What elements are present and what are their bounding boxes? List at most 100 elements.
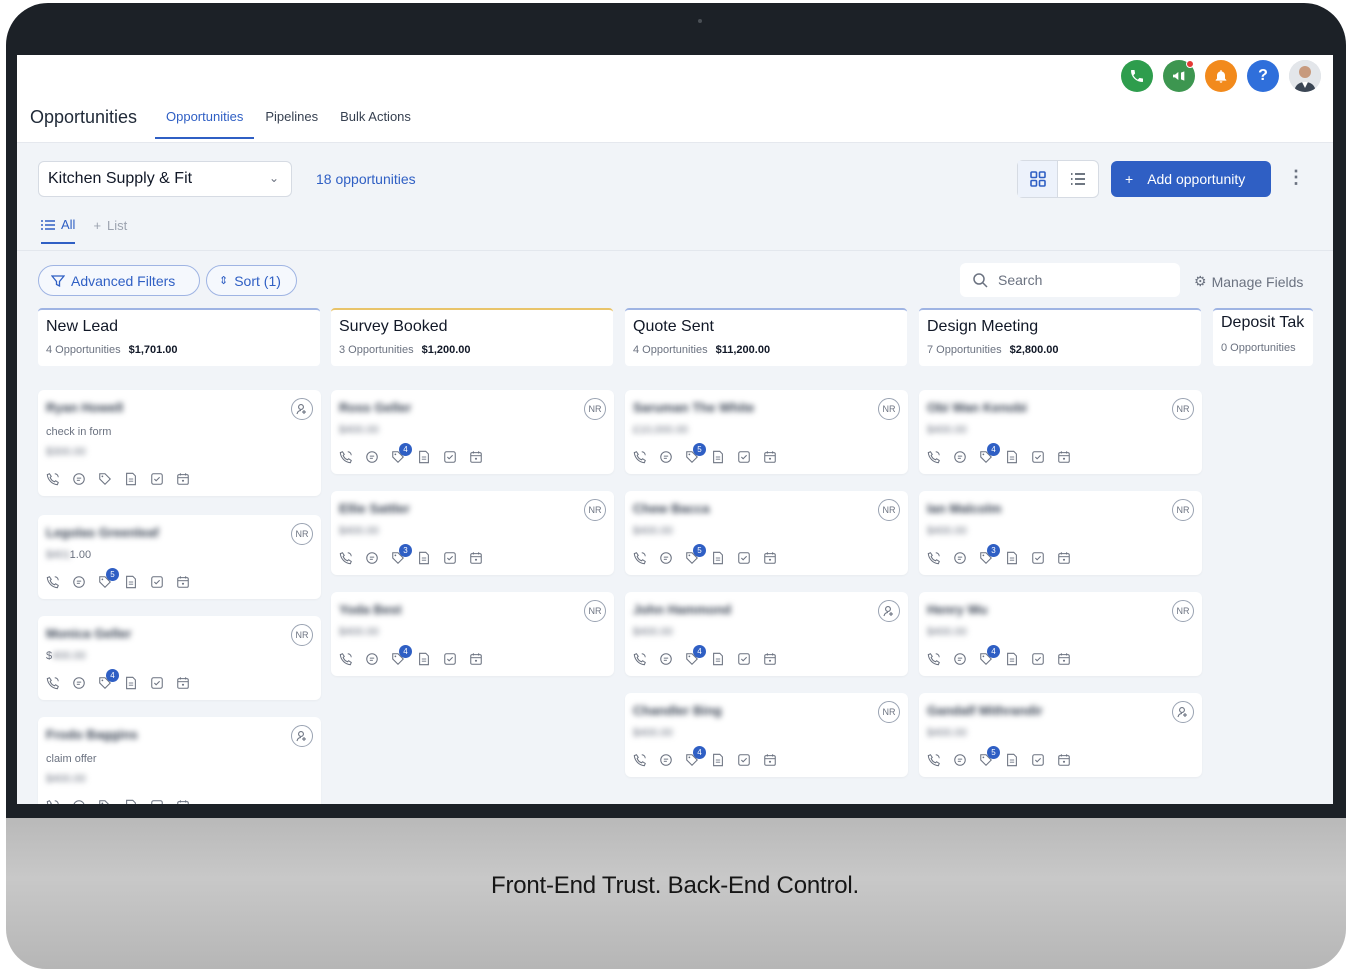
owner-badge[interactable]: NR <box>878 701 900 723</box>
calendar-icon[interactable] <box>176 676 190 690</box>
tag-icon[interactable]: 4 <box>391 645 412 666</box>
tag-icon[interactable]: 5 <box>98 568 119 589</box>
note-icon[interactable] <box>1005 753 1019 767</box>
chat-icon[interactable] <box>72 676 86 690</box>
note-icon[interactable] <box>124 799 138 804</box>
chat-icon[interactable] <box>659 450 673 464</box>
call-icon[interactable] <box>927 450 941 464</box>
assign-user-icon[interactable] <box>1172 701 1194 723</box>
calendar-icon[interactable] <box>176 472 190 486</box>
tag-icon[interactable]: 4 <box>391 443 412 464</box>
owner-badge[interactable]: NR <box>1172 600 1194 622</box>
megaphone-icon[interactable] <box>1163 60 1195 92</box>
calendar-icon[interactable] <box>763 450 777 464</box>
chat-icon[interactable] <box>659 753 673 767</box>
call-icon[interactable] <box>46 472 60 486</box>
tab-bulk-actions[interactable]: Bulk Actions <box>329 101 422 139</box>
assign-user-icon[interactable] <box>291 398 313 420</box>
add-opportunity-button[interactable]: + Add opportunity <box>1111 161 1271 197</box>
opportunity-card[interactable]: Ellie Sattler $400.00 NR 3 <box>331 491 614 575</box>
opportunity-card[interactable]: Monica Geller $400.00 NR 4 <box>38 616 321 700</box>
tag-icon[interactable] <box>98 472 112 486</box>
owner-badge[interactable]: NR <box>584 398 606 420</box>
manage-fields-button[interactable]: ⚙ Manage Fields <box>1194 273 1303 290</box>
chat-icon[interactable] <box>72 472 86 486</box>
chat-icon[interactable] <box>953 551 967 565</box>
call-icon[interactable] <box>927 551 941 565</box>
opportunity-card[interactable]: Frodo Baggins claim offer $400.00 <box>38 717 321 804</box>
call-icon[interactable] <box>46 575 60 589</box>
tag-icon[interactable]: 4 <box>979 645 1000 666</box>
note-icon[interactable] <box>711 551 725 565</box>
owner-badge[interactable]: NR <box>584 499 606 521</box>
chat-icon[interactable] <box>953 753 967 767</box>
task-icon[interactable] <box>1031 551 1045 565</box>
user-avatar[interactable] <box>1289 60 1321 92</box>
task-icon[interactable] <box>443 551 457 565</box>
assign-user-icon[interactable] <box>878 600 900 622</box>
task-icon[interactable] <box>737 753 751 767</box>
opportunity-card[interactable]: Henry Wu $400.00 NR 4 <box>919 592 1202 676</box>
note-icon[interactable] <box>417 652 431 666</box>
task-icon[interactable] <box>737 551 751 565</box>
tag-icon[interactable]: 5 <box>685 544 706 565</box>
task-icon[interactable] <box>1031 652 1045 666</box>
pipeline-select[interactable]: Kitchen Supply & Fit ⌄ <box>38 161 292 197</box>
calendar-icon[interactable] <box>176 575 190 589</box>
tab-add-list[interactable]: + List <box>93 217 127 244</box>
grid-view-icon[interactable] <box>1018 161 1059 197</box>
note-icon[interactable] <box>124 472 138 486</box>
calendar-icon[interactable] <box>763 551 777 565</box>
note-icon[interactable] <box>124 575 138 589</box>
task-icon[interactable] <box>737 450 751 464</box>
note-icon[interactable] <box>711 652 725 666</box>
owner-badge[interactable]: NR <box>584 600 606 622</box>
call-icon[interactable] <box>927 652 941 666</box>
owner-badge[interactable]: NR <box>291 624 313 646</box>
opportunity-card[interactable]: Ross Geller $400.00 NR 4 <box>331 390 614 474</box>
call-icon[interactable] <box>633 450 647 464</box>
help-icon[interactable]: ? <box>1247 60 1279 92</box>
list-view-icon[interactable] <box>1058 161 1098 197</box>
tag-icon[interactable]: 5 <box>979 746 1000 767</box>
task-icon[interactable] <box>443 652 457 666</box>
calendar-icon[interactable] <box>763 753 777 767</box>
tag-icon[interactable]: 4 <box>98 669 119 690</box>
calendar-icon[interactable] <box>1057 450 1071 464</box>
advanced-filters-button[interactable]: Advanced Filters <box>38 265 200 296</box>
note-icon[interactable] <box>124 676 138 690</box>
calendar-icon[interactable] <box>1057 551 1071 565</box>
task-icon[interactable] <box>1031 753 1045 767</box>
note-icon[interactable] <box>1005 450 1019 464</box>
calendar-icon[interactable] <box>469 652 483 666</box>
chat-icon[interactable] <box>365 551 379 565</box>
tag-icon[interactable]: 4 <box>979 443 1000 464</box>
task-icon[interactable] <box>150 799 164 804</box>
tag-icon[interactable]: 4 <box>685 746 706 767</box>
opportunity-card[interactable]: John Hammond $400.00 4 <box>625 592 908 676</box>
owner-badge[interactable]: NR <box>878 499 900 521</box>
note-icon[interactable] <box>417 450 431 464</box>
opportunity-card[interactable]: Legolas Greenleaf $4011.00 NR 5 <box>38 515 321 599</box>
task-icon[interactable] <box>150 575 164 589</box>
note-icon[interactable] <box>1005 652 1019 666</box>
tag-icon[interactable] <box>98 799 112 804</box>
chat-icon[interactable] <box>72 575 86 589</box>
assign-user-icon[interactable] <box>291 725 313 747</box>
owner-badge[interactable]: NR <box>291 523 313 545</box>
chat-icon[interactable] <box>659 652 673 666</box>
opportunity-card[interactable]: Yoda Best $400.00 NR 4 <box>331 592 614 676</box>
task-icon[interactable] <box>443 450 457 464</box>
tab-all[interactable]: All <box>41 217 76 244</box>
chat-icon[interactable] <box>659 551 673 565</box>
calendar-icon[interactable] <box>469 551 483 565</box>
search-input[interactable]: Search <box>960 263 1180 297</box>
opportunity-card[interactable]: Ryan Howell check in form $300.00 <box>38 390 321 496</box>
opportunity-card[interactable]: Ian Malcolm $400.00 NR 3 <box>919 491 1202 575</box>
tag-icon[interactable]: 5 <box>685 443 706 464</box>
call-icon[interactable] <box>46 799 60 804</box>
opportunity-card[interactable]: Obi Wan Kenobi $400.00 NR 4 <box>919 390 1202 474</box>
call-icon[interactable] <box>633 551 647 565</box>
call-icon[interactable] <box>633 652 647 666</box>
calendar-icon[interactable] <box>763 652 777 666</box>
